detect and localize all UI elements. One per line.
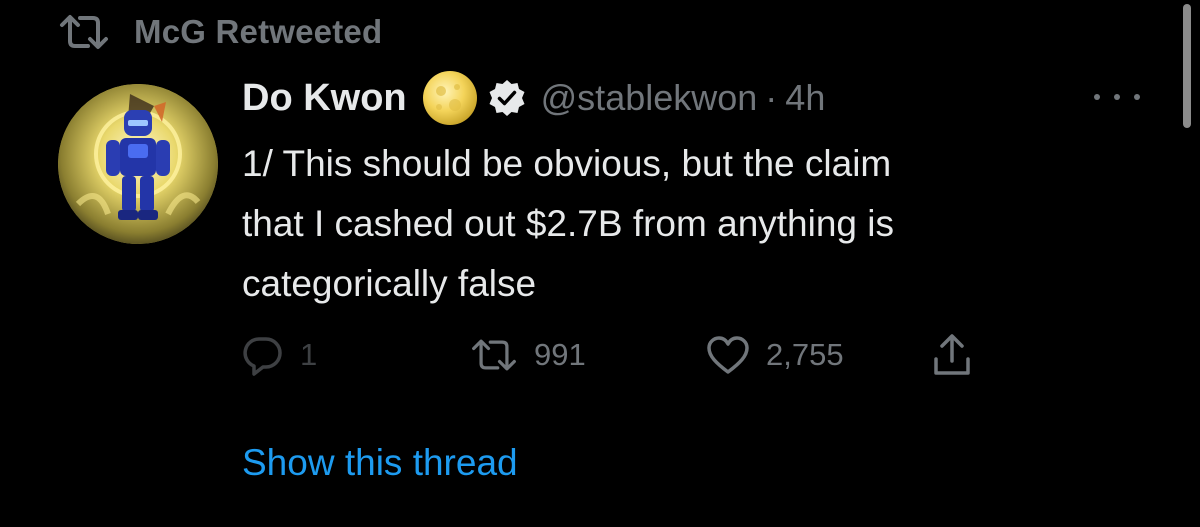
verified-badge-icon [487, 78, 527, 118]
more-dot [1134, 94, 1140, 100]
like-button[interactable]: 2,755 [706, 330, 844, 380]
retweet-count: 991 [534, 337, 586, 372]
author-display-name[interactable]: Do Kwon [242, 77, 407, 120]
retweeted-by-label: McG Retweeted [134, 13, 383, 50]
tweet-text-line: 1/ This should be obvious, but the claim [242, 143, 892, 184]
tweet-actions: 1 991 2,755 [242, 330, 1002, 380]
retweet-button[interactable]: 991 [470, 330, 586, 380]
avatar-image [58, 84, 218, 244]
tweet-text: 1/ This should be obvious, but the claim… [242, 134, 1142, 314]
tweet-timestamp[interactable]: 4h [785, 77, 825, 119]
show-thread-link[interactable]: Show this thread [242, 442, 518, 484]
social-context[interactable]: McG Retweeted [58, 10, 382, 54]
author-handle[interactable]: @stablekwon [541, 77, 758, 119]
share-icon [934, 334, 970, 375]
tweet-header: Do Kwon @stablekwon · 4h [242, 70, 825, 126]
avatar[interactable] [58, 84, 218, 244]
tweet-text-line: that I cashed out $2.7B from anything is [242, 203, 894, 244]
share-button[interactable] [932, 330, 972, 380]
more-dot [1114, 94, 1120, 100]
reply-icon [243, 337, 282, 376]
more-dot [1094, 94, 1100, 100]
retweet-icon [58, 12, 110, 52]
like-count: 2,755 [766, 337, 844, 372]
reply-button[interactable]: 1 [242, 330, 317, 380]
reply-count: 1 [300, 337, 318, 372]
heart-icon [707, 336, 749, 374]
scrollbar-thumb[interactable] [1183, 4, 1191, 128]
more-options-icon[interactable] [1094, 86, 1140, 108]
header-separator: · [765, 77, 778, 118]
moon-emoji-icon [421, 69, 479, 127]
tweet-text-line: categorically false [242, 263, 537, 304]
retweet-icon [472, 339, 516, 371]
